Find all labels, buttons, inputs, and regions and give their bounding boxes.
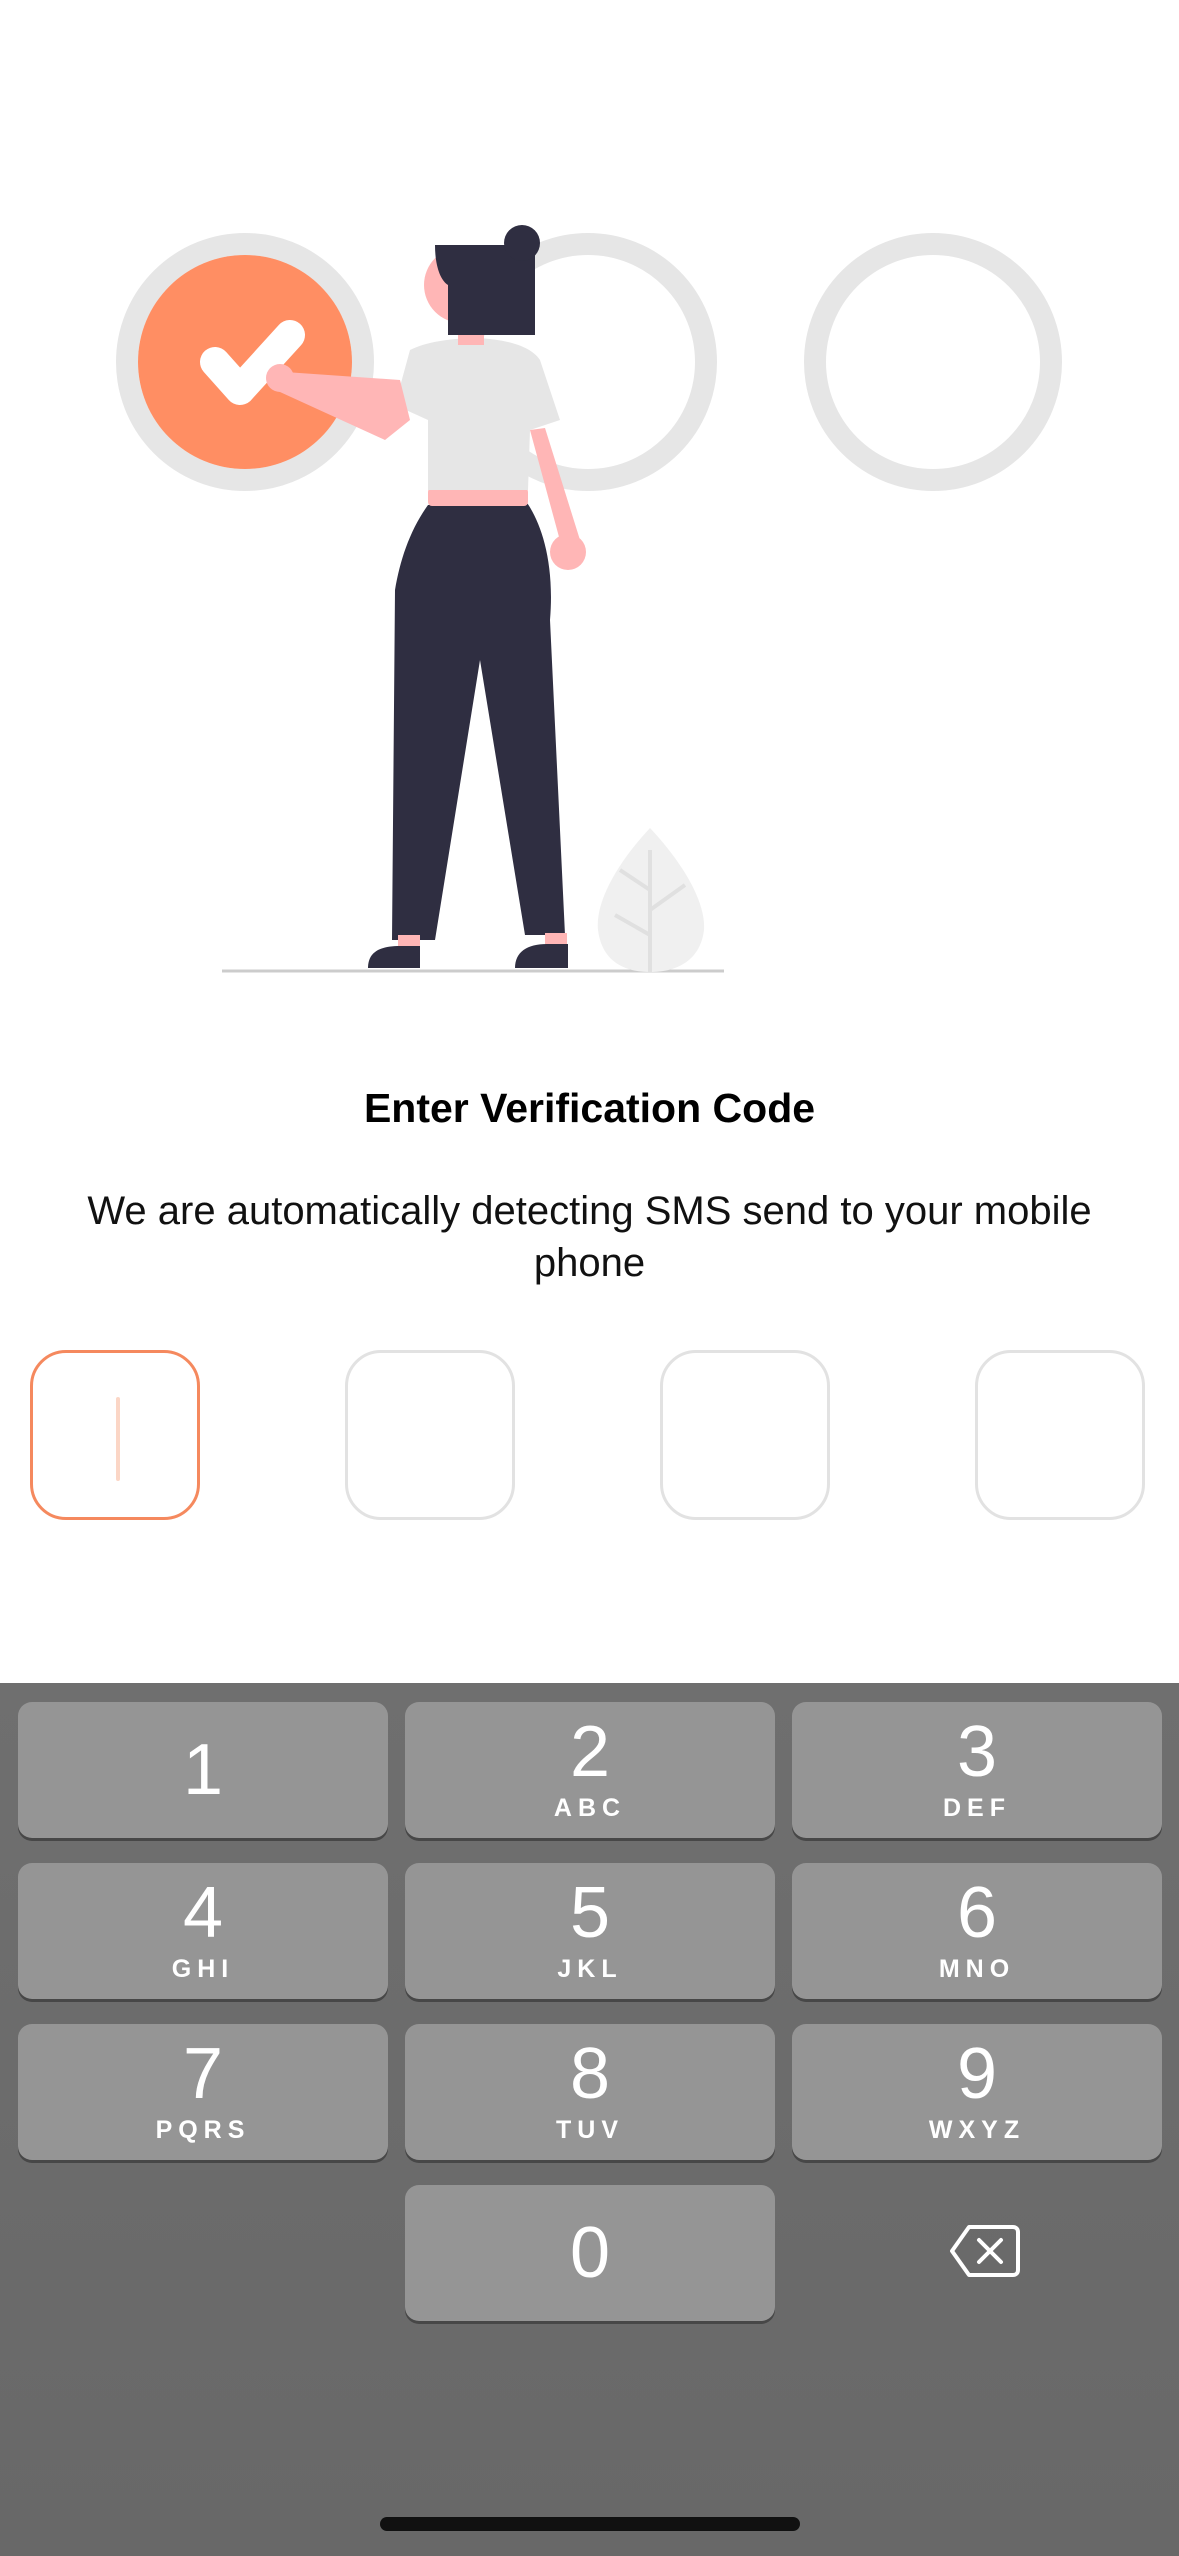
key-3[interactable]: 3 DEF (792, 1702, 1162, 1838)
key-8[interactable]: 8 TUV (405, 2024, 775, 2160)
otp-digit-3[interactable] (660, 1350, 830, 1520)
key-letters: MNO (938, 1955, 1016, 1983)
numeric-keypad: 1 2 ABC 3 DEF 4 GHI 5 JKL 6 MNO 7 PQRS 8… (0, 1683, 1179, 2556)
key-digit: 1 (182, 1730, 224, 1810)
otp-digit-1[interactable] (30, 1350, 200, 1520)
key-digit: 8 (569, 2034, 611, 2114)
key-5[interactable]: 5 JKL (405, 1863, 775, 1999)
key-digit: 4 (182, 1873, 224, 1953)
otp-digit-2[interactable] (345, 1350, 515, 1520)
key-7[interactable]: 7 PQRS (18, 2024, 388, 2160)
key-digit: 3 (956, 1712, 998, 1792)
key-0[interactable]: 0 (405, 2185, 775, 2321)
delete-left-icon (950, 2225, 1020, 2277)
key-digit: 6 (956, 1873, 998, 1953)
key-letters: PQRS (155, 2116, 251, 2144)
key-letters: GHI (171, 1955, 235, 1983)
text-cursor (116, 1397, 120, 1481)
home-indicator[interactable] (380, 2517, 800, 2531)
key-digit: 0 (569, 2213, 611, 2293)
key-1[interactable]: 1 (18, 1702, 388, 1838)
key-letters: WXYZ (928, 2116, 1026, 2144)
key-4[interactable]: 4 GHI (18, 1863, 388, 1999)
backspace-key[interactable] (930, 2196, 1040, 2306)
instruction-text: We are automatically detecting SMS send … (87, 1189, 1092, 1285)
key-letters: TUV (556, 2116, 624, 2144)
step-indicator-3 (804, 233, 1062, 491)
key-2[interactable]: 2 ABC (405, 1702, 775, 1838)
key-digit: 5 (569, 1873, 611, 1953)
key-9[interactable]: 9 WXYZ (792, 2024, 1162, 2160)
verification-illustration (116, 225, 1062, 973)
key-digit: 7 (182, 2034, 224, 2114)
key-digit: 9 (956, 2034, 998, 2114)
leaf-plant-icon (597, 828, 705, 972)
key-letters: DEF (943, 1794, 1011, 1822)
key-letters: JKL (557, 1955, 623, 1983)
page-title: Enter Verification Code (363, 1085, 816, 1131)
step-indicator-1 (116, 233, 374, 491)
otp-digit-4[interactable] (975, 1350, 1145, 1520)
key-6[interactable]: 6 MNO (792, 1863, 1162, 1999)
key-digit: 2 (569, 1712, 611, 1792)
key-letters: ABC (553, 1794, 627, 1822)
